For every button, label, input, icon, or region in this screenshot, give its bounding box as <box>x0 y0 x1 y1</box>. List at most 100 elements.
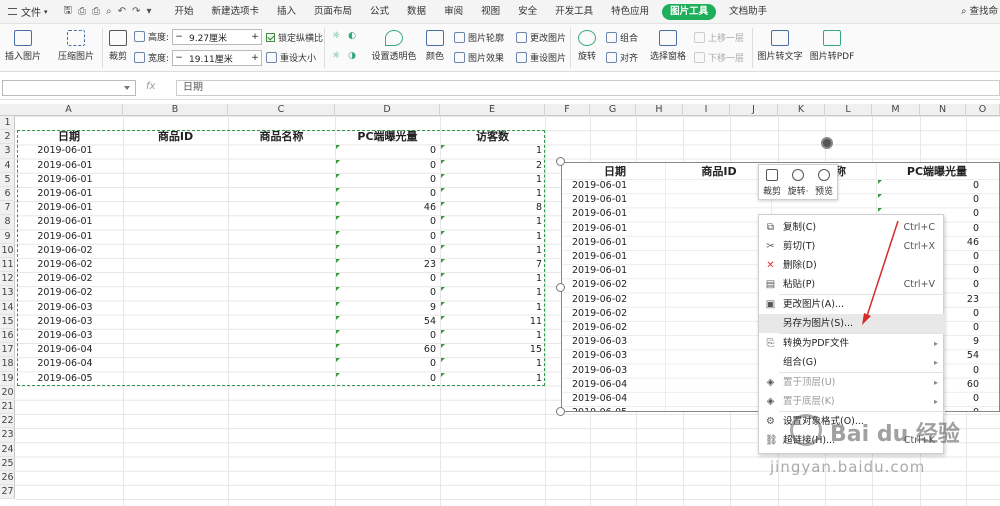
row-header-9[interactable]: 9 <box>0 230 15 244</box>
table-cell-pc-exposure[interactable]: 0 <box>335 187 438 201</box>
bring-forward-button[interactable]: 上移一层 <box>694 31 744 44</box>
brightness-down-icon[interactable]: ☼ <box>332 51 340 61</box>
table-cell-pc-exposure[interactable]: 0 <box>335 372 438 386</box>
picture-header-cell[interactable]: 日期 <box>564 165 666 179</box>
table-cell-visitors[interactable]: 15 <box>440 343 544 357</box>
print-icon[interactable]: ⎙ <box>92 6 100 17</box>
width-value[interactable]: 19.11厘米 <box>185 52 249 65</box>
table-cell-date[interactable]: 2019-06-02 <box>15 244 115 258</box>
rotate-button[interactable]: 旋转 <box>574 30 600 62</box>
row-header-22[interactable]: 22 <box>0 414 15 429</box>
column-header-K[interactable]: K <box>778 104 825 116</box>
row-header-12[interactable]: 12 <box>0 272 15 287</box>
picture-to-text-button[interactable]: 图片转文字 <box>756 30 804 62</box>
picture-cell-date[interactable]: 2019-06-02 <box>572 278 652 292</box>
lock-ratio-checkbox[interactable]: 锁定纵横比 <box>266 31 323 44</box>
table-cell-visitors[interactable]: 1 <box>440 215 544 229</box>
height-value[interactable]: 9.27厘米 <box>185 31 249 44</box>
insert-picture-button[interactable]: 插入图片 <box>4 30 42 62</box>
picture-cell-date[interactable]: 2019-06-03 <box>572 349 652 363</box>
row-header-3[interactable]: 3 <box>0 144 15 159</box>
save-icon[interactable]: 🖫 <box>64 3 73 20</box>
table-cell-pc-exposure[interactable]: 23 <box>335 258 438 272</box>
compress-picture-button[interactable]: 压缩图片 <box>56 30 96 62</box>
picture-cell-pc-exposure[interactable]: 0 <box>892 179 981 193</box>
row-header-14[interactable]: 14 <box>0 301 15 315</box>
table-cell-visitors[interactable]: 1 <box>440 286 544 300</box>
column-header-O[interactable]: O <box>966 104 1000 116</box>
picture-header-cell[interactable]: PC端曝光量 <box>877 165 997 179</box>
table-header-cell[interactable]: PC端曝光量 <box>337 130 438 144</box>
picture-cell-date[interactable]: 2019-06-04 <box>572 378 652 392</box>
crop-button[interactable]: 裁剪 <box>106 30 130 62</box>
table-cell-pc-exposure[interactable]: 60 <box>335 343 438 357</box>
column-header-L[interactable]: L <box>825 104 872 116</box>
picture-effect-button[interactable]: 图片效果 <box>454 51 504 64</box>
table-cell-visitors[interactable]: 1 <box>440 244 544 258</box>
table-cell-date[interactable]: 2019-06-02 <box>15 286 115 300</box>
picture-cell-date[interactable]: 2019-06-01 <box>572 193 652 207</box>
row-header-7[interactable]: 7 <box>0 201 15 216</box>
table-cell-visitors[interactable]: 1 <box>440 144 544 158</box>
table-cell-date[interactable]: 2019-06-01 <box>15 159 115 173</box>
table-cell-visitors[interactable]: 1 <box>440 372 544 386</box>
reset-size-button[interactable]: 重设大小 <box>266 51 316 64</box>
formula-input[interactable]: 日期 <box>176 80 1000 96</box>
row-header-4[interactable]: 4 <box>0 159 15 173</box>
column-header-D[interactable]: D <box>335 104 440 116</box>
row-header-16[interactable]: 16 <box>0 329 15 344</box>
picture-cell-date[interactable]: 2019-06-01 <box>572 207 652 221</box>
table-cell-date[interactable]: 2019-06-04 <box>15 357 115 371</box>
picture-cell-date[interactable]: 2019-06-01 <box>572 250 652 264</box>
picture-cell-date[interactable]: 2019-06-01 <box>572 236 652 250</box>
row-header-21[interactable]: 21 <box>0 400 15 415</box>
reset-picture-button[interactable]: 重设图片 <box>516 51 566 64</box>
width-stepper[interactable]: − 19.11厘米 + <box>172 50 262 66</box>
export-icon[interactable]: ⎙ <box>78 6 86 17</box>
table-cell-date[interactable]: 2019-06-03 <box>15 329 115 343</box>
rotate-handle[interactable] <box>821 137 833 149</box>
row-header-20[interactable]: 20 <box>0 386 15 400</box>
table-cell-pc-exposure[interactable]: 0 <box>335 173 438 187</box>
tab-5[interactable]: 数据 <box>398 0 435 24</box>
redo-icon[interactable]: ↷ <box>132 6 140 17</box>
tab-10[interactable]: 特色应用 <box>602 0 658 24</box>
table-header-cell[interactable]: 商品名称 <box>230 130 333 144</box>
row-header-8[interactable]: 8 <box>0 215 15 230</box>
send-backward-button[interactable]: 下移一层 <box>694 51 744 64</box>
picture-cell-date[interactable]: 2019-06-02 <box>572 321 652 335</box>
tab-4[interactable]: 公式 <box>361 0 398 24</box>
table-cell-visitors[interactable]: 1 <box>440 187 544 201</box>
column-header-N[interactable]: N <box>920 104 966 116</box>
mini-rotate-button[interactable]: 旋转· <box>785 165 811 199</box>
row-header-15[interactable]: 15 <box>0 315 15 329</box>
plus-icon[interactable]: + <box>249 53 261 63</box>
change-picture-button[interactable]: 更改图片 <box>516 31 566 44</box>
group-button[interactable]: 组合 <box>606 31 638 44</box>
table-cell-pc-exposure[interactable]: 54 <box>335 315 438 329</box>
tab-3[interactable]: 页面布局 <box>305 0 361 24</box>
picture-cell-date[interactable]: 2019-06-05 <box>572 406 652 411</box>
tab-11[interactable]: 图片工具 <box>662 3 717 20</box>
row-header-23[interactable]: 23 <box>0 428 15 443</box>
table-cell-date[interactable]: 2019-06-05 <box>15 372 115 386</box>
contrast-down-icon[interactable]: ◑ <box>348 51 356 61</box>
brightness-up-icon[interactable]: ☼ <box>332 31 340 41</box>
table-cell-pc-exposure[interactable]: 0 <box>335 159 438 173</box>
print-preview-icon[interactable]: ⌕ <box>106 6 112 17</box>
table-cell-visitors[interactable]: 1 <box>440 173 544 187</box>
tab-1[interactable]: 新建选项卡 <box>202 0 268 24</box>
table-cell-date[interactable]: 2019-06-01 <box>15 215 115 229</box>
table-cell-visitors[interactable]: 1 <box>440 301 544 315</box>
tab-6[interactable]: 审阅 <box>435 0 472 24</box>
picture-cell-date[interactable]: 2019-06-03 <box>572 335 652 349</box>
table-cell-pc-exposure[interactable]: 9 <box>335 301 438 315</box>
table-cell-visitors[interactable]: 1 <box>440 230 544 244</box>
column-header-J[interactable]: J <box>730 104 778 116</box>
row-header-10[interactable]: 10 <box>0 244 15 258</box>
resize-handle[interactable] <box>556 283 565 292</box>
table-cell-visitors[interactable]: 1 <box>440 357 544 371</box>
column-header-E[interactable]: E <box>440 104 545 116</box>
column-header-B[interactable]: B <box>123 104 228 116</box>
more-icon[interactable]: ▾ <box>146 6 151 17</box>
